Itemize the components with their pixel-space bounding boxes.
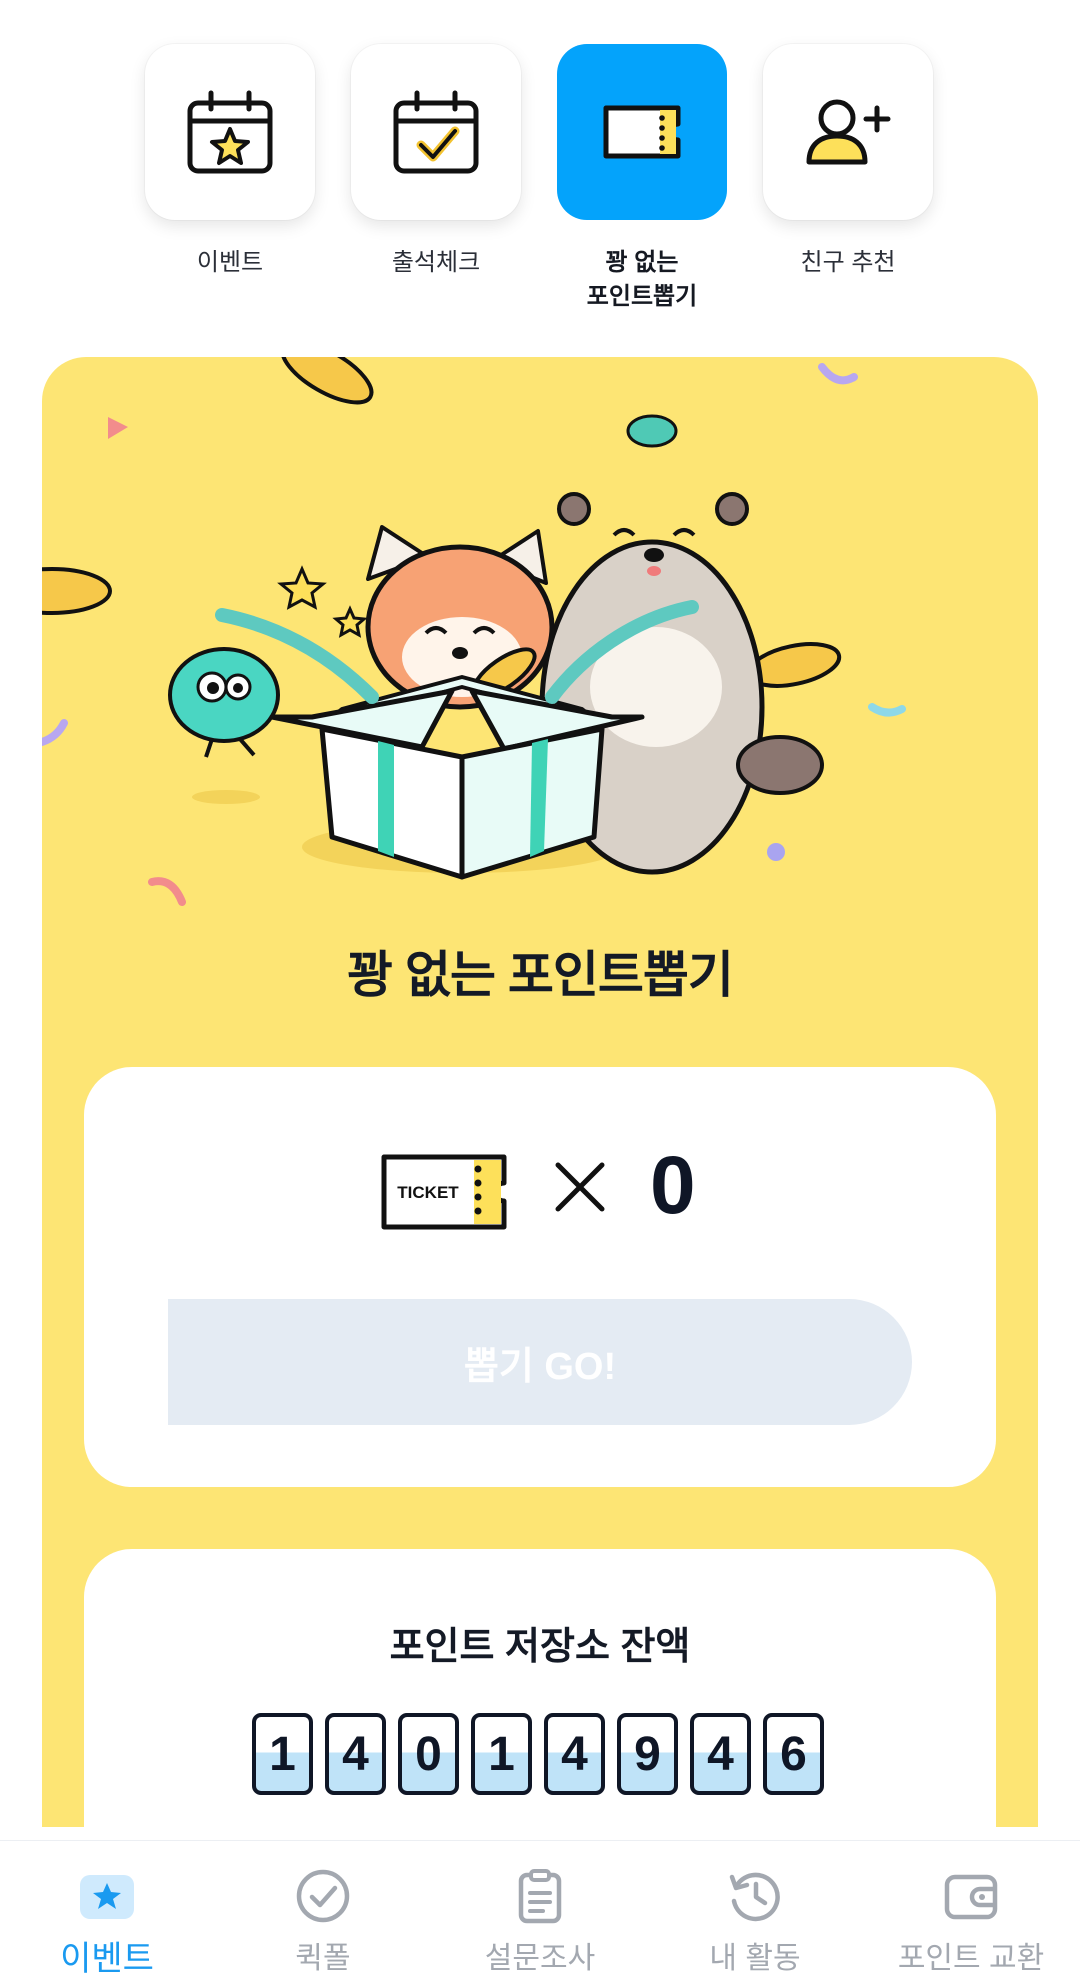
bottom-navigation: 이벤트 퀵폴 설문조사 내 활동 포인트 교환	[0, 1840, 1080, 1973]
category-friend-referral-tile[interactable]	[763, 44, 933, 220]
balance-title: 포인트 저장소 잔액	[389, 1626, 691, 1668]
category-event-tile[interactable]	[145, 44, 315, 220]
category-attendance-tile[interactable]	[351, 44, 521, 220]
balance-digit: 0	[398, 1713, 459, 1795]
history-icon	[729, 1872, 780, 1922]
category-point-draw-label: 꽝 없는 포인트뽑기	[586, 249, 698, 310]
balance-digit: 4	[690, 1713, 751, 1795]
draw-panel: TICKET 0 뽑기 GO!	[84, 1067, 996, 1487]
nav-point-exchange-label: 포인트 교환	[897, 1942, 1045, 1973]
clipboard-icon	[518, 1869, 562, 1924]
nav-survey-label: 설문조사	[484, 1942, 596, 1973]
gift-box-illustration	[42, 357, 906, 906]
balance-digit: 6	[763, 1713, 824, 1795]
nav-quickpoll-label: 퀵폴	[295, 1942, 351, 1973]
category-friend-referral[interactable]: 친구 추천	[763, 44, 933, 280]
nav-point-exchange[interactable]: 포인트 교환	[876, 1867, 1066, 1973]
wallet-icon	[944, 1874, 998, 1920]
ticket-count: 0	[650, 1140, 696, 1231]
nav-survey[interactable]: 설문조사	[445, 1867, 635, 1973]
category-row: 이벤트 출석체크 꽝 없는 포인트뽑기 친구 추천	[145, 44, 935, 314]
balance-digit: 1	[471, 1713, 532, 1795]
ticket-icon: TICKET	[381, 1154, 507, 1230]
category-friend-referral-label: 친구 추천	[800, 249, 896, 276]
balance-digit: 9	[617, 1713, 678, 1795]
category-point-draw-tile[interactable]	[557, 44, 727, 220]
ticket-count-row: TICKET 0	[84, 1140, 996, 1243]
balance-digit: 4	[325, 1713, 386, 1795]
calendar-star-icon	[187, 90, 273, 174]
ticket-text: TICKET	[397, 1183, 459, 1202]
nav-event-label: 이벤트	[60, 1940, 154, 1973]
calendar-check-icon	[393, 90, 479, 174]
multiply-icon	[555, 1162, 605, 1212]
category-attendance-label: 출석체크	[391, 249, 481, 276]
nav-event[interactable]: 이벤트	[12, 1867, 202, 1973]
card-title: 꽝 없는 포인트뽑기	[347, 947, 734, 1003]
nav-quickpoll[interactable]: 퀵폴	[228, 1867, 418, 1973]
balance-digits: 1 4 0 1 4 9 4 6	[252, 1713, 824, 1795]
balance-digit: 1	[252, 1713, 313, 1795]
category-point-draw[interactable]: 꽝 없는 포인트뽑기	[557, 44, 727, 314]
star-ticket-icon	[80, 1875, 134, 1919]
point-draw-card: 꽝 없는 포인트뽑기 TICKET 0 뽑기 GO! 포인트 저장소 잔액 1	[42, 357, 1038, 1827]
add-friend-icon	[806, 99, 891, 165]
category-attendance[interactable]: 출석체크	[351, 44, 521, 280]
draw-go-button[interactable]: 뽑기 GO!	[168, 1299, 912, 1425]
nav-my-activity-label: 내 활동	[709, 1942, 801, 1973]
ticket-icon	[603, 105, 681, 159]
point-balance-panel: 포인트 저장소 잔액 1 4 0 1 4 9 4 6	[84, 1549, 996, 1827]
check-circle-icon	[296, 1869, 350, 1923]
balance-digit: 4	[544, 1713, 605, 1795]
category-event[interactable]: 이벤트	[145, 44, 315, 280]
nav-my-activity[interactable]: 내 활동	[660, 1867, 850, 1973]
category-event-label: 이벤트	[196, 249, 264, 276]
